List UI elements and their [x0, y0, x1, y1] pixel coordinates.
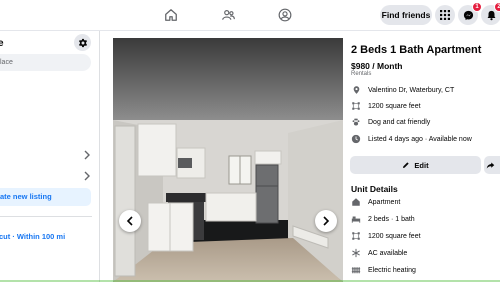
find-friends-button[interactable]: Find friends	[380, 5, 432, 25]
settings-button[interactable]	[74, 34, 91, 51]
unit-detail-text: Electric heating	[368, 266, 416, 274]
unit-detail-text: 2 beds · 1 bath	[368, 215, 415, 223]
top-navigation-bar: Find friends 1 24	[0, 0, 500, 31]
location-pin-icon	[351, 85, 361, 95]
grid-menu-icon	[440, 10, 450, 20]
gear-icon	[78, 38, 87, 47]
groups-icon[interactable]	[217, 5, 239, 25]
size-icon	[351, 101, 361, 111]
listing-photo	[113, 38, 343, 282]
listing-photo-viewer	[113, 38, 343, 282]
unit-detail-text: Apartment	[368, 198, 401, 206]
search-marketplace-input[interactable]: lace	[0, 54, 91, 71]
chevron-right-icon	[323, 216, 330, 226]
marketplace-sidebar: e lace ate new listing cut · Within 100 …	[0, 31, 100, 282]
size-row: 1200 square feet	[351, 100, 421, 112]
address-text: Valentino Dr, Waterbury, CT	[368, 86, 455, 94]
unit-detail-row: 2 beds · 1 bath	[351, 213, 415, 225]
notifications-button[interactable]: 24	[481, 2, 500, 25]
listing-details-panel: 2 Beds 1 Bath Apartment $980 / Month Ren…	[343, 31, 500, 282]
unit-detail-text: 1200 square feet	[368, 232, 421, 240]
size-icon	[351, 231, 361, 241]
chevron-right-icon[interactable]	[83, 168, 91, 181]
edit-label: Edit	[414, 160, 429, 170]
size-text: 1200 square feet	[368, 102, 421, 110]
listing-category[interactable]: Rentals	[351, 71, 371, 77]
messenger-badge: 1	[472, 2, 482, 12]
edit-listing-button[interactable]: Edit	[350, 156, 481, 174]
share-button[interactable]	[484, 156, 500, 174]
share-arrow-icon	[486, 162, 494, 168]
messenger-icon	[463, 10, 473, 20]
profile-icon[interactable]	[274, 5, 296, 25]
home-icon	[351, 197, 361, 207]
listing-title: 2 Beds 1 Bath Apartment	[351, 44, 482, 56]
unit-detail-row: Apartment	[351, 196, 400, 208]
unit-detail-row: AC available	[351, 247, 407, 259]
paw-icon	[351, 117, 361, 127]
notifications-badge: 24	[494, 2, 500, 12]
listing-price: $980 / Month	[351, 61, 403, 71]
pencil-icon	[403, 162, 410, 168]
sidebar-title: e	[0, 38, 4, 49]
chevron-left-icon	[126, 216, 133, 226]
bed-icon	[351, 214, 361, 224]
unit-detail-text: AC available	[368, 249, 408, 257]
radiator-icon	[351, 265, 361, 275]
listed-row: Listed 4 days ago · Available now	[351, 133, 472, 145]
pets-row: Dog and cat friendly	[351, 116, 430, 128]
address-row: Valentino Dr, Waterbury, CT	[351, 84, 454, 96]
menu-button[interactable]	[435, 5, 455, 25]
unit-detail-row: 1200 square feet	[351, 230, 421, 242]
previous-photo-button[interactable]	[119, 210, 141, 232]
chevron-right-icon[interactable]	[83, 147, 91, 160]
next-photo-button[interactable]	[315, 210, 337, 232]
location-filter[interactable]: cut · Within 100 mi	[0, 232, 65, 241]
create-new-listing-button[interactable]: ate new listing	[0, 188, 91, 206]
messenger-button[interactable]: 1	[458, 2, 482, 25]
clock-icon	[351, 134, 361, 144]
pets-text: Dog and cat friendly	[368, 118, 431, 126]
home-icon[interactable]	[160, 5, 182, 25]
bell-icon	[487, 10, 495, 20]
sidebar-divider	[0, 216, 92, 217]
listed-text: Listed 4 days ago · Available now	[368, 135, 472, 143]
unit-details-heading: Unit Details	[351, 184, 398, 194]
snowflake-icon	[351, 248, 361, 258]
unit-detail-row: Electric heating	[351, 264, 416, 276]
